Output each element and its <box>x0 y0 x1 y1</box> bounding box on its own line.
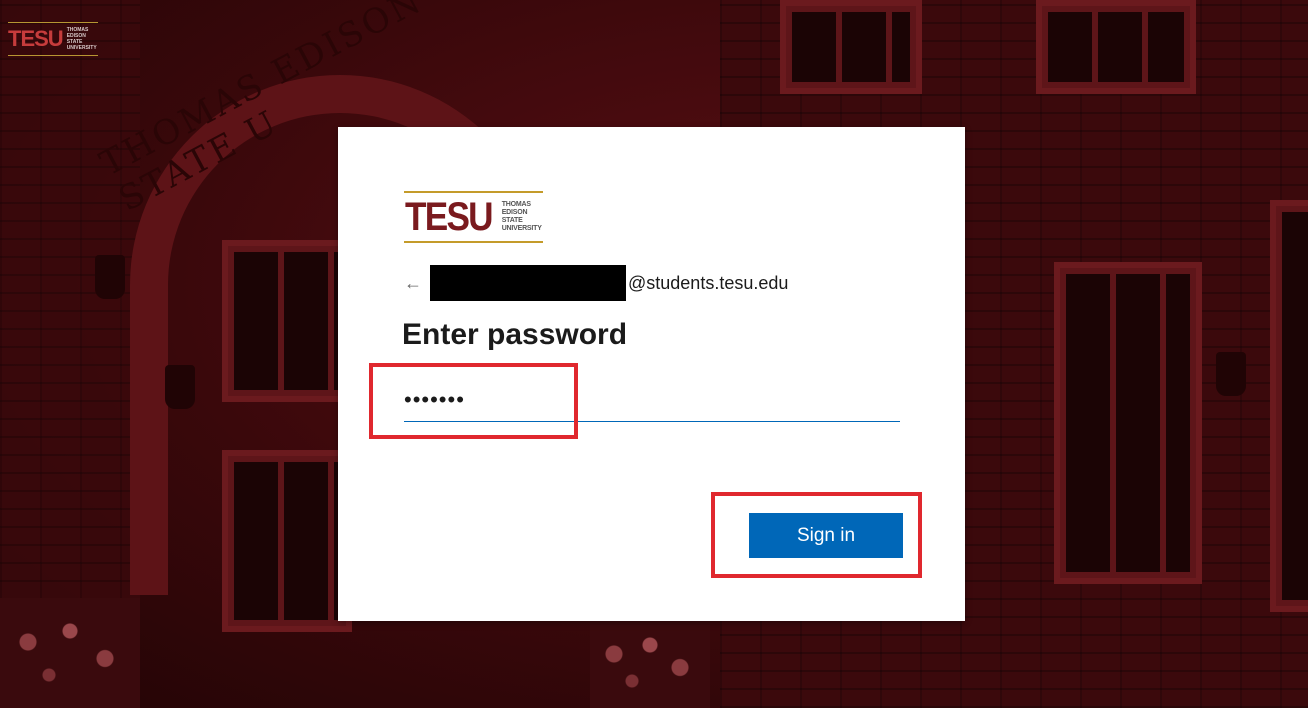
arch-window <box>222 240 352 402</box>
corner-logo-subtitle: THOMAS EDISON STATE UNIVERSITY <box>66 27 97 51</box>
building-window <box>780 0 922 94</box>
lamp-icon <box>165 365 195 409</box>
building-window <box>1036 0 1196 94</box>
building-window <box>1270 200 1308 612</box>
sign-in-card: TESU THOMAS EDISON STATE UNIVERSITY ← @s… <box>338 127 965 621</box>
arch-door <box>222 450 352 632</box>
account-identity: ← @students.tesu.edu <box>404 265 788 301</box>
corner-logo: TESU THOMAS EDISON STATE UNIVERSITY <box>8 22 98 56</box>
corner-logo-wordmark: TESU <box>8 26 64 51</box>
email-domain: @students.tesu.edu <box>628 272 789 293</box>
sign-in-button[interactable]: Sign in <box>749 513 903 558</box>
building-window <box>1054 262 1202 584</box>
flower-planter <box>590 618 710 708</box>
logo-wordmark: TESU <box>405 195 494 239</box>
password-field[interactable] <box>404 379 900 422</box>
tesu-logo: TESU THOMAS EDISON STATE UNIVERSITY <box>404 191 543 243</box>
lamp-icon <box>1216 352 1246 396</box>
lamp-icon <box>95 255 125 299</box>
logo-subtitle: THOMAS EDISON STATE UNIVERSITY <box>501 201 542 232</box>
back-arrow-icon[interactable]: ← <box>404 274 428 292</box>
redacted-username <box>430 265 626 301</box>
page-title: Enter password <box>402 318 628 351</box>
flower-planter <box>0 598 140 708</box>
